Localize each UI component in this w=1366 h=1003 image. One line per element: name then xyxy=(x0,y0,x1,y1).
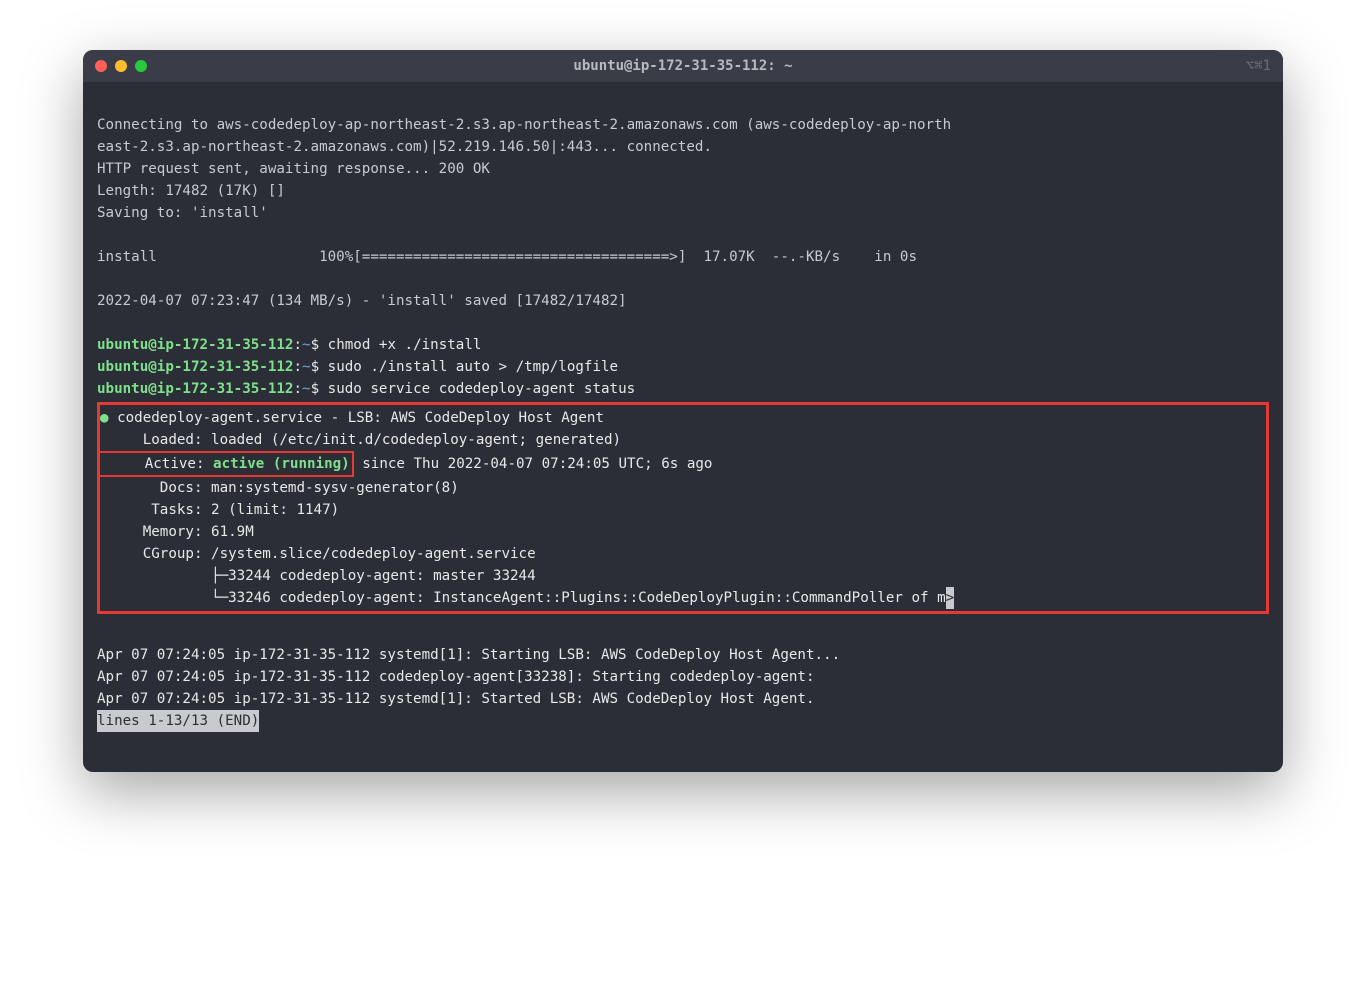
output-line: install 100%[===========================… xyxy=(97,249,917,265)
window-title: ubuntu@ip-172-31-35-112: ~ xyxy=(573,58,792,74)
output-line: Connecting to aws-codedeploy-ap-northeas… xyxy=(97,117,951,133)
terminal-output[interactable]: Connecting to aws-codedeploy-ap-northeas… xyxy=(83,82,1283,772)
status-memory: Memory: 61.9M xyxy=(100,524,254,540)
prompt-dollar: $ xyxy=(311,381,320,397)
output-line: Saving to: 'install' xyxy=(97,205,268,221)
prompt-dollar: $ xyxy=(311,359,320,375)
output-line: 2022-04-07 07:23:47 (134 MB/s) - 'instal… xyxy=(97,293,627,309)
prompt-sep: : xyxy=(293,381,302,397)
journal-log-line: Apr 07 07:24:05 ip-172-31-35-112 systemd… xyxy=(97,647,840,663)
status-tasks: Tasks: 2 (limit: 1147) xyxy=(100,502,339,518)
prompt-sep: : xyxy=(293,359,302,375)
prompt-line: ubuntu@ip-172-31-35-112:~$ sudo ./instal… xyxy=(97,359,618,375)
minimize-icon[interactable] xyxy=(115,60,127,72)
status-cgroup: CGroup: /system.slice/codedeploy-agent.s… xyxy=(100,546,536,562)
command-text: sudo ./install auto > /tmp/logfile xyxy=(319,359,618,375)
prompt-path: ~ xyxy=(302,359,311,375)
status-header: ● codedeploy-agent.service - LSB: AWS Co… xyxy=(100,410,604,426)
output-line: east-2.s3.ap-northeast-2.amazonaws.com)|… xyxy=(97,139,712,155)
status-process: └─33246 codedeploy-agent: InstanceAgent:… xyxy=(100,590,954,606)
status-docs: Docs: man:systemd-sysv-generator(8) xyxy=(100,480,459,496)
prompt-host: ubuntu@ip-172-31-35-112 xyxy=(97,381,293,397)
prompt-path: ~ xyxy=(302,337,311,353)
command-text: chmod +x ./install xyxy=(319,337,481,353)
pager-status[interactable]: lines 1-13/13 (END) xyxy=(97,710,259,732)
truncation-indicator: > xyxy=(946,587,955,609)
prompt-sep: : xyxy=(293,337,302,353)
status-loaded: Loaded: loaded (/etc/init.d/codedeploy-a… xyxy=(100,432,621,448)
terminal-window: ubuntu@ip-172-31-35-112: ~ ⌥⌘1 Connectin… xyxy=(83,50,1283,772)
prompt-path: ~ xyxy=(302,381,311,397)
prompt-line: ubuntu@ip-172-31-35-112:~$ chmod +x ./in… xyxy=(97,337,481,353)
prompt-host: ubuntu@ip-172-31-35-112 xyxy=(97,359,293,375)
status-active-line: Active: active (running) since Thu 2022-… xyxy=(100,456,712,472)
maximize-icon[interactable] xyxy=(135,60,147,72)
traffic-lights xyxy=(95,60,147,72)
output-line: Length: 17482 (17K) [] xyxy=(97,183,285,199)
prompt-line: ubuntu@ip-172-31-35-112:~$ sudo service … xyxy=(97,381,635,397)
tab-shortcut-label: ⌥⌘1 xyxy=(1246,58,1271,74)
prompt-host: ubuntu@ip-172-31-35-112 xyxy=(97,337,293,353)
status-process: ├─33244 codedeploy-agent: master 33244 xyxy=(100,568,536,584)
prompt-dollar: $ xyxy=(311,337,320,353)
command-text: sudo service codedeploy-agent status xyxy=(319,381,635,397)
output-line: HTTP request sent, awaiting response... … xyxy=(97,161,490,177)
service-status-highlight: ● codedeploy-agent.service - LSB: AWS Co… xyxy=(97,402,1269,614)
status-dot-icon: ● xyxy=(100,410,109,426)
close-icon[interactable] xyxy=(95,60,107,72)
journal-log-line: Apr 07 07:24:05 ip-172-31-35-112 codedep… xyxy=(97,669,815,685)
active-status-value: active (running) xyxy=(213,456,350,472)
active-status-highlight: Active: active (running) xyxy=(98,451,354,477)
window-titlebar[interactable]: ubuntu@ip-172-31-35-112: ~ ⌥⌘1 xyxy=(83,50,1283,82)
journal-log-line: Apr 07 07:24:05 ip-172-31-35-112 systemd… xyxy=(97,691,815,707)
